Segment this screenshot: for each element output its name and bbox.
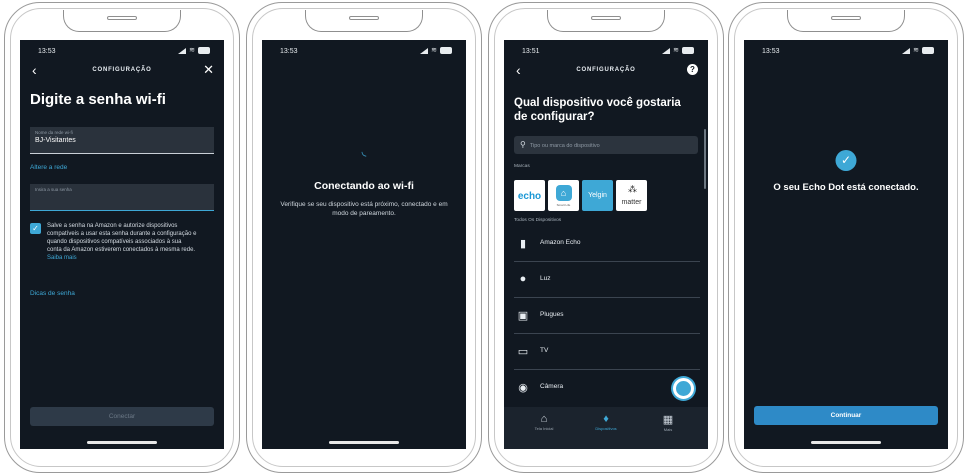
phone-wifi-password: 13:53 ≋ ‹ CONFIGURAÇÃO ✕ Digite a senha … [4, 2, 240, 473]
connected-title: O seu Echo Dot está conectado. [773, 182, 919, 193]
phone-device-select: 13:51 ≋ ‹ CONFIGURAÇÃO ? Qual dispositiv… [488, 2, 724, 473]
connect-button[interactable]: Conectar [30, 407, 214, 426]
search-placeholder: Tipo ou marca do dispositivo [529, 143, 600, 149]
nav-title: CONFIGURAÇÃO [92, 67, 152, 73]
bulb-icon: ♦ [603, 413, 609, 425]
tab-devices-label: Dispositivos [595, 426, 617, 431]
device-row-light[interactable]: ● Luz [514, 262, 700, 298]
brand-matter-label: matter [621, 199, 642, 206]
help-icon[interactable]: ? [687, 64, 698, 75]
continue-button[interactable]: Continuar [754, 406, 938, 425]
bottom-tab-bar: ⌂ Tela Inicial ♦ Dispositivos ▦ Mais [504, 407, 708, 449]
password-placeholder: Insira a sua senha [35, 187, 72, 192]
home-indicator [811, 441, 881, 444]
signal-icon [902, 47, 911, 54]
device-label: Luz [540, 275, 551, 282]
wifi-icon: ≋ [913, 47, 919, 54]
tab-more-label: Mais [663, 427, 673, 432]
brand-matter[interactable]: ⁂ matter [616, 180, 647, 211]
network-name-field[interactable]: Nome da rede wi-fi BJ-Visitantes [30, 127, 214, 154]
page-title: Qual dispositivo você gostaria de config… [514, 97, 681, 123]
network-name-value: BJ-Visitantes [35, 137, 76, 144]
search-icon: ⚲ [520, 140, 526, 149]
tv-icon: ▭ [517, 346, 529, 358]
screen-wifi-password: 13:53 ≋ ‹ CONFIGURAÇÃO ✕ Digite a senha … [20, 40, 224, 449]
home-indicator [329, 441, 399, 444]
change-network-link[interactable]: Altere a rede [30, 164, 67, 171]
status-time: 13:53 [762, 48, 780, 55]
battery-icon [922, 47, 934, 54]
phone-connected: 13:53 ≋ ✓ O seu Echo Dot está conectado.… [728, 2, 964, 473]
plug-icon: ▣ [517, 310, 529, 322]
status-time: 13:51 [522, 48, 540, 55]
echo-speaker-icon: ▮ [519, 238, 527, 250]
status-bar: 13:53 ≋ [262, 46, 466, 58]
battery-icon [198, 47, 210, 54]
all-devices-section-label: Todos Os Dispositivos [514, 218, 562, 223]
tab-home[interactable]: ⌂ Tela Inicial [524, 413, 564, 431]
save-password-label: Salve a senha na Amazon e autorize dispo… [47, 223, 197, 253]
status-bar: 13:53 ≋ [744, 46, 948, 58]
device-row-plugs[interactable]: ▣ Plugues [514, 298, 700, 334]
scrollbar[interactable] [704, 129, 706, 189]
home-icon: ⌂ [540, 413, 548, 425]
device-row-amazon-echo[interactable]: ▮ Amazon Echo [514, 226, 700, 262]
status-bar: 13:53 ≋ [20, 46, 224, 58]
learn-more-link[interactable]: Saiba mais [47, 255, 77, 261]
page-title: Digite a senha wi-fi [30, 91, 166, 108]
screen-device-select: 13:51 ≋ ‹ CONFIGURAÇÃO ? Qual dispositiv… [504, 40, 708, 449]
battery-icon [682, 47, 694, 54]
screen-connecting: 13:53 ≋ ◟ Conectando ao wi-fi Verifique … [262, 40, 466, 449]
brand-yelgin-label: Yelgin [588, 192, 607, 199]
camera-icon: ◉ [518, 382, 528, 394]
home-indicator [87, 441, 157, 444]
signal-icon [178, 47, 187, 54]
brand-smart-life[interactable]: ⌂ Smart Life [548, 180, 579, 211]
phone-connecting: 13:53 ≋ ◟ Conectando ao wi-fi Verifique … [246, 2, 482, 473]
connecting-subtext: Verifique se seu dispositivo está próxim… [280, 201, 448, 217]
connecting-title: Conectando ao wi-fi [314, 180, 414, 192]
wifi-icon: ≋ [189, 47, 195, 54]
smart-life-house-icon: ⌂ [555, 185, 572, 201]
status-time: 13:53 [38, 48, 56, 55]
save-password-checkbox[interactable]: ✓ [30, 223, 41, 234]
wifi-icon: ≋ [431, 47, 437, 54]
password-tips-link[interactable]: Dicas de senha [30, 290, 75, 297]
brand-echo[interactable]: echo [514, 180, 545, 211]
brand-smart-life-label: Smart Life [556, 203, 571, 207]
brand-yelgin[interactable]: Yelgin [582, 180, 613, 211]
screen-connected: 13:53 ≋ ✓ O seu Echo Dot está conectado.… [744, 40, 948, 449]
tab-home-label: Tela Inicial [534, 426, 554, 431]
tab-more[interactable]: ▦ Mais [648, 413, 688, 432]
wifi-connecting-icon: ◟ [361, 144, 367, 158]
battery-icon [440, 47, 452, 54]
device-row-tv[interactable]: ▭ TV [514, 334, 700, 370]
network-name-label: Nome da rede wi-fi [35, 130, 73, 135]
device-label: Câmera [540, 383, 564, 390]
signal-icon [662, 47, 671, 54]
brand-echo-label: echo [517, 191, 542, 202]
tab-devices[interactable]: ♦ Dispositivos [586, 413, 626, 431]
grid-icon: ▦ [662, 414, 674, 426]
status-bar: 13:51 ≋ [504, 46, 708, 58]
status-time: 13:53 [280, 48, 298, 55]
alexa-button[interactable] [673, 378, 694, 399]
device-label: Plugues [540, 311, 564, 318]
device-label: TV [540, 347, 549, 354]
wifi-icon: ≋ [673, 47, 679, 54]
nav-title: CONFIGURAÇÃO [576, 67, 636, 73]
password-field[interactable]: Insira a sua senha [30, 184, 214, 211]
light-bulb-icon: ● [519, 273, 527, 285]
signal-icon [420, 47, 429, 54]
device-search-input[interactable]: ⚲ Tipo ou marca do dispositivo [514, 136, 698, 154]
matter-logo-icon: ⁂ [628, 184, 637, 194]
close-icon[interactable]: ✕ [203, 62, 214, 78]
success-check-icon: ✓ [835, 150, 857, 171]
brands-section-label: Marcas [514, 164, 530, 169]
device-label: Amazon Echo [540, 239, 581, 246]
save-password-text: Salve a senha na Amazon e autorize dispo… [47, 222, 197, 262]
